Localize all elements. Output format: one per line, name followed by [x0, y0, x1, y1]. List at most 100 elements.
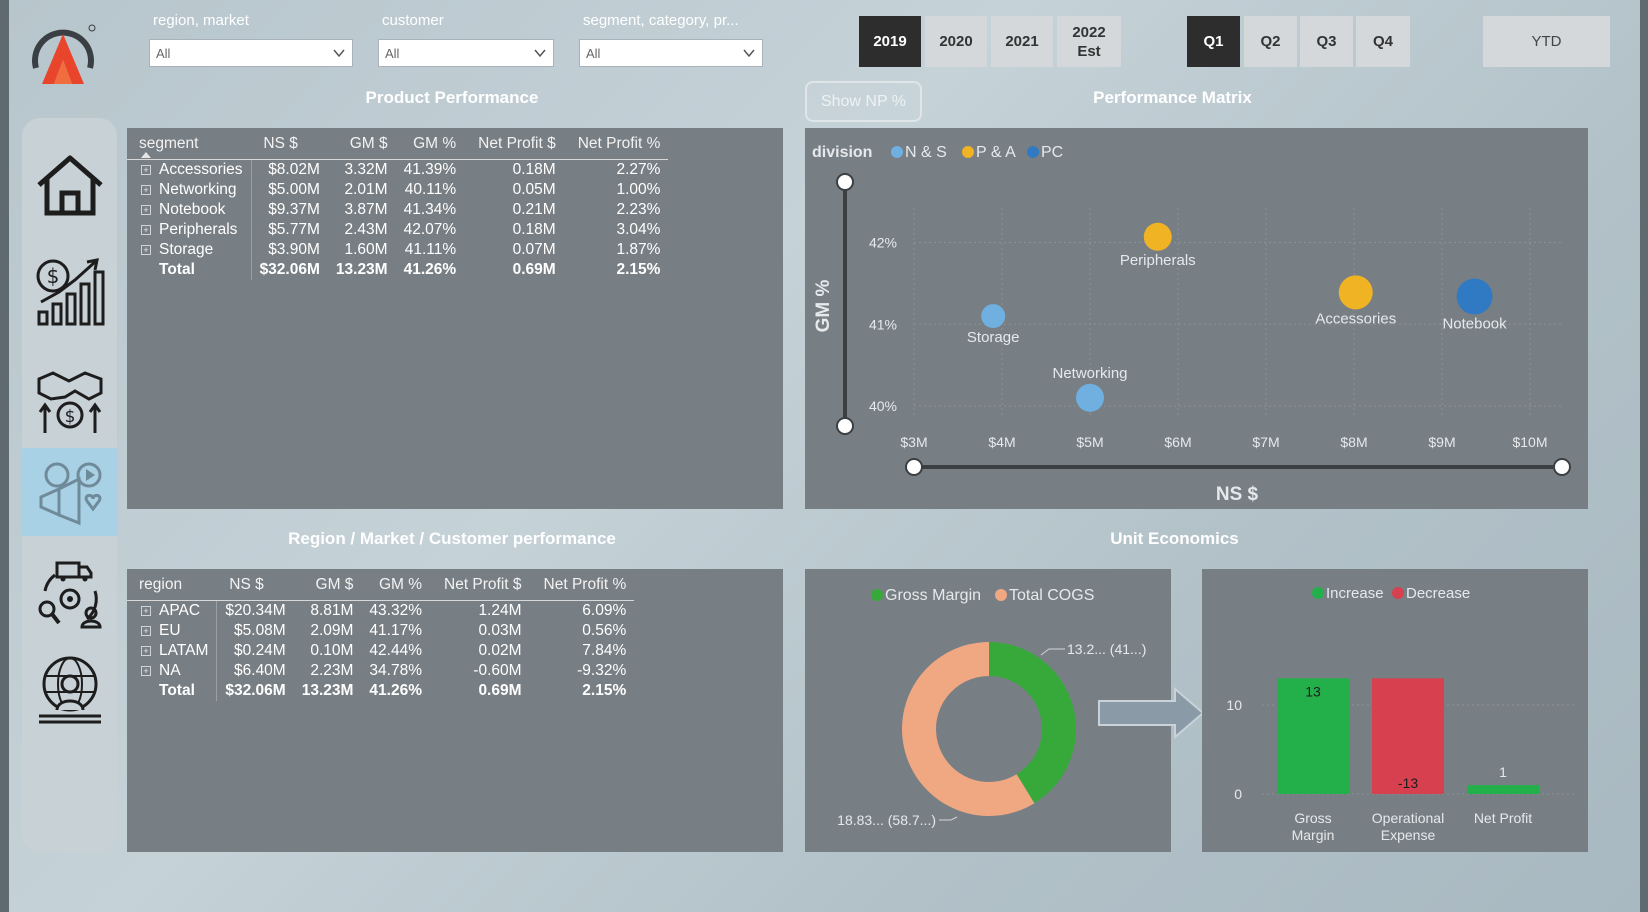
expand-plus-icon[interactable]: + [141, 245, 151, 255]
svg-text:$: $ [46, 264, 59, 288]
col-header[interactable]: GM % [395, 135, 465, 160]
row-header-cell[interactable]: + Peripherals [127, 220, 252, 240]
year-button-2022-est[interactable]: 2022 Est [1057, 16, 1121, 67]
col-header[interactable]: NS $ [216, 576, 294, 601]
row-header-cell[interactable]: + LATAM [127, 641, 218, 661]
leader-line [1040, 648, 1065, 656]
year-button-2019[interactable]: 2019 [859, 16, 921, 67]
scatter-point-peripherals[interactable] [1143, 222, 1172, 251]
nav-sales[interactable]: $ [22, 356, 117, 444]
col-header[interactable]: GM $ [327, 135, 396, 160]
legend-label[interactable]: Decrease [1406, 585, 1470, 602]
col-header[interactable]: Net Profit % [563, 135, 669, 160]
col-header[interactable]: segment [127, 135, 252, 160]
x-category-label: Net Profit [1474, 810, 1532, 826]
nav-marketing[interactable] [22, 448, 117, 536]
table-cell: $5.00M [268, 181, 320, 198]
region-market-dropdown[interactable]: All [149, 39, 353, 67]
row-header-cell[interactable]: + EU [127, 621, 218, 641]
y-range-slider-handle-bottom[interactable] [836, 417, 854, 435]
donut-slice-gross-margin[interactable] [989, 642, 1076, 804]
table-row[interactable]: + APAC $20.34M 8.81M 43.32% 1.24M 6.09% [127, 600, 634, 621]
total-label: Total [127, 260, 252, 280]
donut-label-total-cogs: 18.83... (58.7...) [837, 812, 936, 828]
table-cell: 42.44% [369, 642, 422, 659]
table-cell: 7.84% [582, 642, 627, 659]
bar-data-label: -13 [1398, 775, 1418, 791]
waterfall-bar[interactable] [1467, 785, 1539, 794]
col-header[interactable]: NS $ [251, 135, 328, 160]
expand-plus-icon[interactable]: + [141, 165, 151, 175]
product-performance-title: Product Performance [365, 88, 539, 107]
row-header-cell[interactable]: + Networking [127, 180, 252, 200]
y-tick-label: 10 [1226, 697, 1242, 713]
table-cell: $3.90M [268, 241, 320, 258]
table-row[interactable]: + Storage $3.90M 1.60M 41.11% 0.07M 1.87% [127, 240, 668, 260]
col-header[interactable]: Net Profit % [529, 576, 635, 601]
row-header-cell[interactable]: + Storage [127, 240, 252, 260]
x-category-label: Gross Margin [1292, 810, 1335, 843]
table-row[interactable]: + NA $6.40M 2.23M 34.78% -0.60M -9.32% [127, 661, 634, 681]
expand-plus-icon[interactable]: + [141, 606, 151, 616]
table-cell: 3.87M [344, 201, 388, 218]
quarter-button-q1[interactable]: Q1 [1187, 16, 1240, 67]
legend-label[interactable]: N & S [905, 144, 947, 161]
marketing-megaphone-icon [39, 462, 101, 526]
year-button-2021[interactable]: 2021 [991, 16, 1053, 67]
row-header-cell[interactable]: + APAC [127, 600, 218, 621]
nav-supply-chain[interactable] [22, 550, 117, 638]
nav-home[interactable] [22, 141, 117, 229]
left-edge [0, 0, 9, 912]
y-range-slider-handle-top[interactable] [836, 173, 854, 191]
expand-plus-icon[interactable]: + [141, 205, 151, 215]
table-row[interactable]: + Accessories $8.02M 3.32M 41.39% 0.18M 2.27% [127, 159, 668, 180]
ytd-button[interactable]: YTD [1483, 16, 1610, 67]
table-cell: 2.23% [616, 201, 661, 218]
quarter-button-q2[interactable]: Q2 [1244, 16, 1297, 67]
col-header[interactable]: region [127, 576, 217, 601]
quarter-button-q4[interactable]: Q4 [1356, 16, 1410, 67]
col-header[interactable]: GM % [361, 576, 430, 601]
col-header[interactable]: Net Profit $ [430, 576, 530, 601]
row-header-cell[interactable]: + Notebook [127, 200, 252, 220]
expand-plus-icon[interactable]: + [141, 626, 151, 636]
row-header-cell[interactable]: + NA [127, 661, 218, 681]
row-label: Storage [159, 241, 214, 258]
table-cell: 0.21M [512, 201, 556, 218]
table-row[interactable]: + Peripherals $5.77M 2.43M 42.07% 0.18M 3.04% [127, 220, 668, 240]
customer-dropdown[interactable]: All [378, 39, 554, 67]
legend-label[interactable]: Total COGS [1009, 587, 1094, 604]
row-header-cell[interactable]: + Accessories [127, 159, 252, 180]
expand-plus-icon[interactable]: + [141, 666, 151, 676]
nav-executive[interactable] [22, 646, 117, 734]
scatter-point-notebook[interactable] [1456, 278, 1493, 315]
scatter-point-storage[interactable] [981, 304, 1006, 329]
x-range-slider-handle-left[interactable] [905, 458, 923, 476]
expand-plus-icon[interactable]: + [141, 225, 151, 235]
legend-label[interactable]: PC [1041, 144, 1063, 161]
expand-plus-icon[interactable]: + [141, 185, 151, 195]
table-row[interactable]: + EU $5.08M 2.09M 41.17% 0.03M 0.56% [127, 621, 634, 641]
total-cell: $32.06M [259, 261, 320, 278]
home-icon [36, 155, 103, 216]
legend-label[interactable]: Increase [1326, 585, 1384, 602]
col-header[interactable]: Net Profit $ [464, 135, 564, 160]
scatter-point-accessories[interactable] [1338, 275, 1373, 310]
legend-label[interactable]: Gross Margin [885, 587, 981, 604]
table-row[interactable]: + Notebook $9.37M 3.87M 41.34% 0.21M 2.23% [127, 200, 668, 220]
quarter-button-q3[interactable]: Q3 [1300, 16, 1353, 67]
year-button-2020[interactable]: 2020 [925, 16, 987, 67]
x-range-slider-handle-right[interactable] [1553, 458, 1571, 476]
performance-matrix-panel: division N & S P & A PC $3M $4M $5M $6M $7M $8M… [805, 128, 1588, 509]
legend-label[interactable]: P & A [976, 144, 1016, 161]
scatter-point-networking[interactable] [1076, 383, 1104, 412]
expand-plus-icon[interactable]: + [141, 646, 151, 656]
col-header[interactable]: GM $ [293, 576, 362, 601]
nav-finance[interactable]: $ [22, 247, 117, 335]
y-tick-label: 41% [869, 316, 897, 332]
segment-dropdown[interactable]: All [579, 39, 763, 67]
total-cell: 0.69M [512, 261, 556, 278]
table-row[interactable]: + Networking $5.00M 2.01M 40.11% 0.05M 1.00% [127, 180, 668, 200]
slicer-label-customer: customer [382, 12, 444, 29]
table-row[interactable]: + LATAM $0.24M 0.10M 42.44% 0.02M 7.84% [127, 641, 634, 661]
